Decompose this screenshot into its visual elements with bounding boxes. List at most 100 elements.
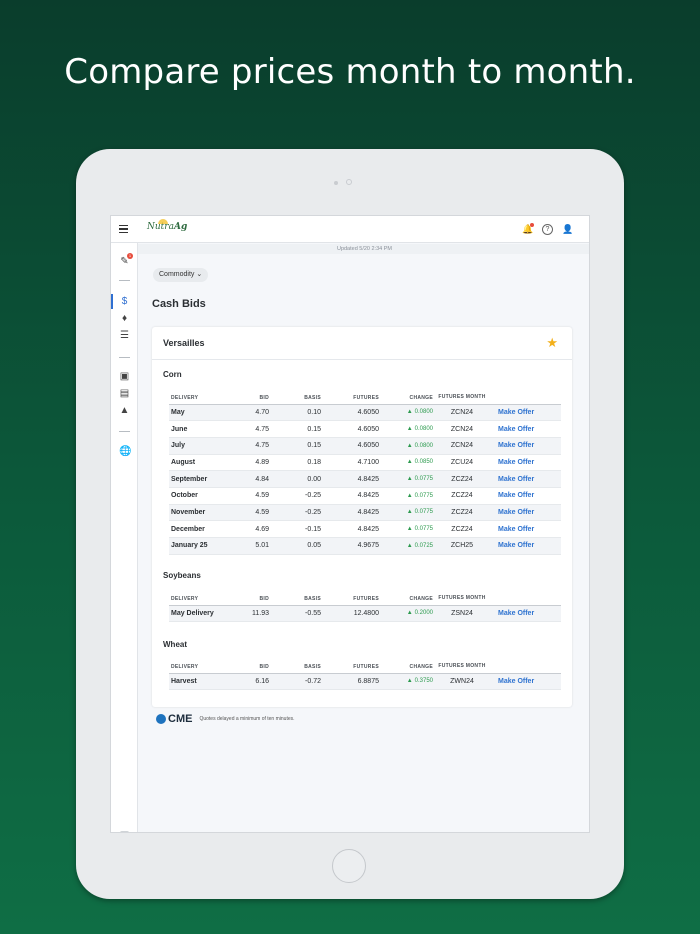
delivery-cell: July [169,437,231,455]
sliders-icon[interactable]: ☰ [119,330,130,341]
up-arrow-icon: ▲ [406,526,413,533]
futures-cell: 4.7100 [321,454,379,472]
delivery-cell: October [169,487,231,505]
offers-icon[interactable]: ✎ 1 [119,253,133,267]
bid-cell: 5.01 [231,537,269,555]
bid-cell: 4.59 [231,487,269,505]
bid-cell: 4.84 [231,470,269,488]
futures-cell: 4.9675 [321,537,379,555]
cme-globe-icon [156,714,166,724]
col-futures-month: FUTURES MONTH [433,655,491,674]
change-cell: ▲ 0.0775 [379,470,433,488]
commodity-dropdown[interactable]: Commodity ⌄ [153,268,209,282]
basis-cell: -0.25 [269,504,321,522]
group-title-wheat: Wheat [163,640,187,649]
futures-month-cell: ZCN24 [433,404,491,422]
bid-cell: 4.70 [231,404,269,422]
futures-cell: 12.4800 [321,605,379,623]
cme-footer: CME Quotes delayed a minimum of ten minu… [156,713,295,725]
cme-logo: CME [168,713,193,725]
futures-month-cell: ZCZ24 [433,520,491,538]
globe-icon[interactable]: 🌐 [119,446,131,457]
delivery-cell: Harvest [169,673,231,691]
app-logo: NutraAg [147,219,187,232]
up-arrow-icon: ▲ [406,409,413,416]
up-arrow-icon: ▲ [406,542,413,549]
bid-cell: 6.16 [231,673,269,691]
col-basis: BASIS [269,587,321,606]
menu-icon[interactable] [119,225,128,233]
basis-cell: 0.15 [269,437,321,455]
up-arrow-icon: ▲ [406,426,413,433]
make-offer-button[interactable]: Make Offer [491,605,561,623]
make-offer-button[interactable]: Make Offer [491,537,561,555]
make-offer-button[interactable]: Make Offer [491,437,561,455]
make-offer-button[interactable]: Make Offer [491,470,561,488]
help-icon[interactable]: ? [542,224,553,235]
up-arrow-icon: ▲ [406,476,413,483]
delivery-cell: May Delivery [169,605,231,623]
make-offer-button[interactable]: Make Offer [491,520,561,538]
cash-bids-icon[interactable]: $ [119,296,130,307]
table-header: DELIVERY BID BASIS FUTURES CHANGE FUTURES MON… [169,587,561,606]
tag-icon[interactable]: ♦ [119,313,130,324]
table-row: July 4.75 0.15 4.6050 ▲ 0.0800 ZCN24 Make Offer [169,437,561,455]
futures-cell: 6.8875 [321,673,379,691]
make-offer-button[interactable]: Make Offer [491,454,561,472]
bid-cell: 4.75 [231,437,269,455]
bid-cell: 4.89 [231,454,269,472]
delivery-cell: August [169,454,231,472]
col-action [491,655,561,674]
wheat-bids-table: DELIVERY BID BASIS FUTURES CHANGE FUTURES MON… [169,655,561,691]
col-delivery: DELIVERY [169,587,231,606]
table-header: DELIVERY BID BASIS FUTURES CHANGE FUTURES MON… [169,655,561,674]
location-name: Versailles [163,338,205,348]
home-button[interactable] [332,849,366,883]
favorite-star-icon[interactable]: ★ [546,335,558,351]
col-delivery: DELIVERY [169,655,231,674]
make-offer-button[interactable]: Make Offer [491,404,561,422]
col-change: CHANGE [379,587,433,606]
change-cell: ▲ 0.3750 [379,673,433,691]
user-settings-icon[interactable]: 👤 [562,224,573,235]
up-arrow-icon: ▲ [406,678,413,685]
table-row: May Delivery 11.93 -0.55 12.4800 ▲ 0.2000 ZSN2… [169,605,561,623]
bell-icon[interactable]: 🔔 [522,223,534,235]
col-bid: BID [231,655,269,674]
up-arrow-icon: ▲ [406,459,413,466]
futures-month-cell: ZCZ24 [433,487,491,505]
app-screen: NutraAg 🔔 ? 👤 Updated 5/20 2:34 PM ✎ 1 $ … [110,215,590,833]
bid-cell: 11.93 [231,605,269,623]
col-change: CHANGE [379,386,433,405]
change-cell: ▲ 0.0800 [379,420,433,438]
sidebar-divider [119,431,130,432]
make-offer-button[interactable]: Make Offer [491,673,561,691]
make-offer-button[interactable]: Make Offer [491,420,561,438]
delay-note: Quotes delayed a minimum of ten minutes. [199,716,295,722]
change-cell: ▲ 0.0850 [379,454,433,472]
table-row: November 4.59 -0.25 4.8425 ▲ 0.0775 ZCZ24 Make … [169,504,561,522]
scale-icon[interactable]: ▣ [119,371,130,382]
tablet-frame: NutraAg 🔔 ? 👤 Updated 5/20 2:34 PM ✎ 1 $ … [76,149,624,899]
contracts-icon[interactable]: ▤ [119,388,130,399]
page-title: Cash Bids [152,298,206,310]
delivery-cell: November [169,504,231,522]
table-row: January 25 5.01 0.05 4.9675 ▲ 0.0725 ZCH25 Make… [169,537,561,555]
corn-bids-table: DELIVERY BID BASIS FUTURES CHANGE FUTURES MON… [169,386,561,555]
col-bid: BID [231,386,269,405]
futures-cell: 4.6050 [321,404,379,422]
make-offer-button[interactable]: Make Offer [491,487,561,505]
futures-month-cell: ZSN24 [433,605,491,623]
soybeans-bids-table: DELIVERY BID BASIS FUTURES CHANGE FUTURES MON… [169,587,561,623]
change-cell: ▲ 0.2000 [379,605,433,623]
table-row: Harvest 6.16 -0.72 6.8875 ▲ 0.3750 ZWN24 Make O… [169,673,561,691]
table-row: December 4.69 -0.15 4.8425 ▲ 0.0775 ZCZ24 Make … [169,520,561,538]
futures-cell: 4.6050 [321,420,379,438]
table-header: DELIVERY BID BASIS FUTURES CHANGE FUTURES MON… [169,386,561,405]
basis-cell: 0.00 [269,470,321,488]
table-row: August 4.89 0.18 4.7100 ▲ 0.0850 ZCU24 Make Off… [169,454,561,472]
make-offer-button[interactable]: Make Offer [491,504,561,522]
camera-lens [346,179,352,185]
silo-icon[interactable]: ▲ [119,405,130,416]
basis-cell: 0.10 [269,404,321,422]
